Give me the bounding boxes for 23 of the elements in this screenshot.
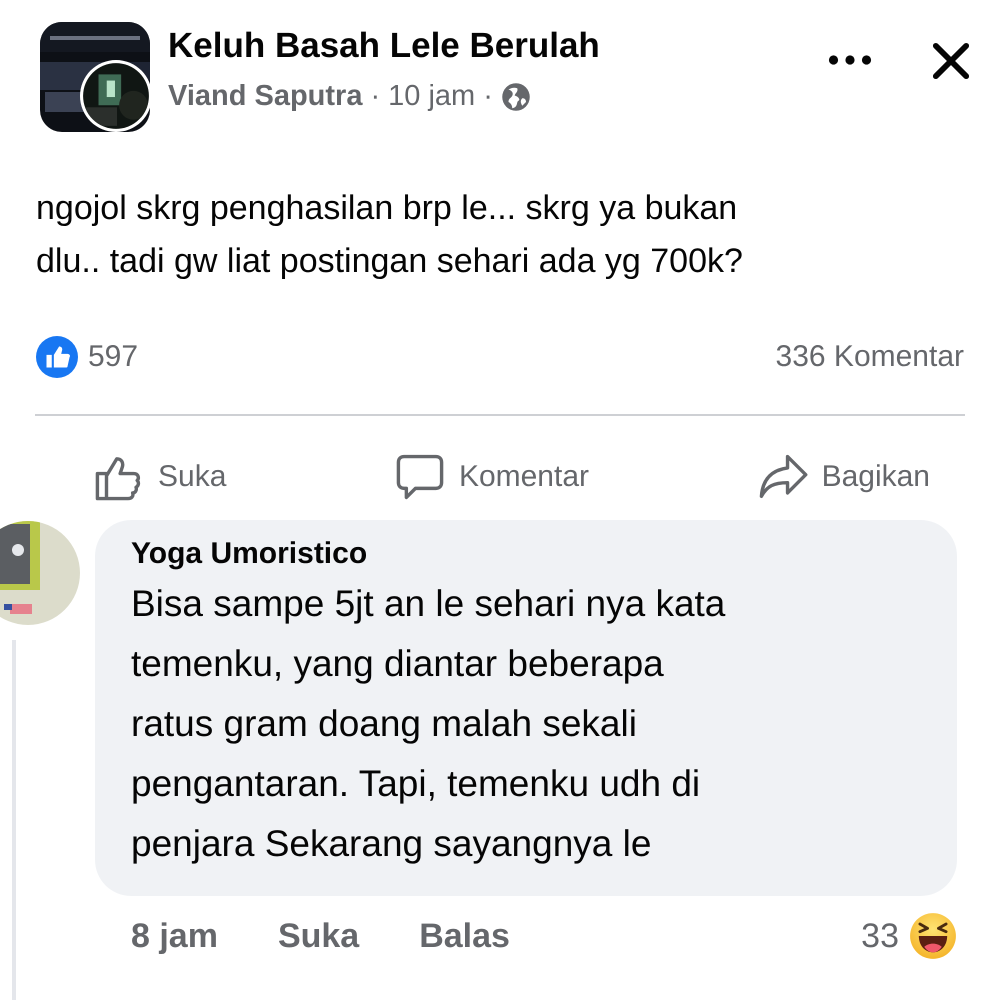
reply-link[interactable]: Balas bbox=[419, 916, 510, 956]
post-time[interactable]: 10 jam bbox=[388, 80, 476, 113]
like-reaction-icon bbox=[36, 336, 78, 378]
like-count[interactable]: 597 bbox=[88, 340, 138, 374]
separator: · bbox=[483, 80, 493, 113]
author-name[interactable]: Viand Saputra bbox=[168, 80, 362, 113]
laughing-emoji-icon bbox=[909, 912, 957, 960]
group-name[interactable]: Keluh Basah Lele Berulah bbox=[168, 24, 828, 68]
comment-time[interactable]: 8 jam bbox=[131, 916, 218, 956]
close-icon[interactable] bbox=[932, 42, 970, 80]
like-link[interactable]: Suka bbox=[278, 916, 360, 956]
share-button[interactable]: Bagikan bbox=[758, 452, 930, 502]
post-text: ngojol skrg penghasilan brp le... skrg ya bukan dlu.. tadi gw liat postingan sehari ada yg 700k? bbox=[35, 188, 744, 282]
reaction-count[interactable]: 33 bbox=[861, 916, 899, 956]
comment-text: Bisa sampe 5jt an le sehari nya kata temenku, yang diantar beberapa ratus gram doang malah sekali pengantaran. Tapi, temenku udh di penjara Sekarang sayangnya le bbox=[131, 582, 726, 866]
commenter-name[interactable]: Yoga Umoristico bbox=[131, 534, 921, 574]
globe-icon bbox=[500, 82, 531, 112]
like-button[interactable]: Suka bbox=[94, 452, 226, 502]
comment-button[interactable]: Komentar bbox=[394, 452, 590, 502]
speech-bubble-icon bbox=[394, 452, 445, 502]
separator: · bbox=[370, 80, 380, 113]
more-icon[interactable] bbox=[828, 54, 872, 66]
comment-count[interactable]: 336 Komentar bbox=[776, 340, 964, 374]
